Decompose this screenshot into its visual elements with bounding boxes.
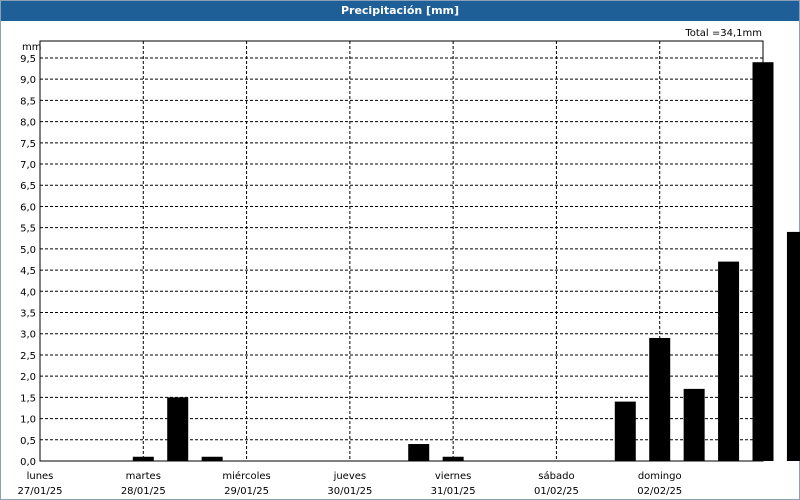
- y-tick-label: 6,0: [20, 202, 36, 213]
- precipitation-bar: [649, 337, 671, 461]
- y-tick-label: 2,5: [20, 351, 36, 362]
- precipitation-bar: [786, 231, 800, 461]
- x-day-date: 28/01/25: [121, 486, 166, 497]
- y-tick-label: 1,5: [20, 393, 36, 404]
- precipitation-bar: [718, 261, 740, 461]
- y-tick-label: 7,5: [20, 139, 36, 150]
- x-day-date: 31/01/25: [431, 486, 476, 497]
- total-label: Total =34,1mm: [684, 28, 762, 39]
- y-axis: 0,0 0,5 1,0 1,5 2,0 2,5 3,0 3,5 4,0 4,5 5,0 5,5 6,0 6…: [20, 54, 36, 468]
- y-tick-label: 7,0: [20, 160, 36, 171]
- x-day-date: 30/01/25: [327, 486, 372, 497]
- y-tick-label: 0,5: [20, 436, 36, 447]
- x-day-date: 02/02/25: [637, 486, 682, 497]
- y-tick-label: 9,5: [20, 54, 36, 65]
- y-axis-unit: mm: [22, 42, 41, 53]
- x-day-name: lunes: [27, 471, 54, 482]
- x-day-name: sábado: [538, 470, 574, 482]
- y-tick-label: 9,0: [20, 75, 36, 86]
- y-tick-label: 5,5: [20, 224, 36, 235]
- precipitation-bar: [442, 456, 464, 461]
- x-day-date: 01/02/25: [534, 486, 579, 497]
- precipitation-bar: [132, 456, 154, 461]
- y-tick-label: 6,5: [20, 181, 36, 192]
- x-day-name: viernes: [435, 471, 471, 482]
- precipitation-bar: [683, 388, 705, 461]
- x-day-date: 27/01/25: [18, 486, 63, 497]
- y-tick-label: 4,5: [20, 266, 36, 277]
- x-day-date: 29/01/25: [224, 486, 269, 497]
- precipitation-chart: mm Total =34,1mm 0,0 0,5 1,0 1,5 2,0 2,5 3,0 3,…: [18, 28, 800, 497]
- precipitation-bar: [167, 397, 189, 461]
- x-day-name: martes: [126, 471, 161, 482]
- y-tick-label: 8,5: [20, 96, 36, 107]
- y-tick-label: 5,0: [20, 245, 36, 256]
- y-tick-label: 0,0: [20, 457, 36, 468]
- precipitation-bar: [408, 444, 430, 461]
- y-tick-label: 4,0: [20, 287, 36, 298]
- precipitation-bar: [614, 401, 636, 461]
- y-tick-label: 8,0: [20, 118, 36, 129]
- y-tick-label: 2,0: [20, 372, 36, 383]
- x-day-name: jueves: [333, 471, 367, 482]
- x-day-name: miércoles: [222, 470, 270, 482]
- precipitation-bar: [201, 456, 223, 461]
- y-tick-label: 3,0: [20, 330, 36, 341]
- x-axis: lunes 27/01/25 martes 28/01/25 miércoles 29/0…: [18, 470, 683, 497]
- y-tick-label: 1,0: [20, 415, 36, 426]
- x-day-name: domingo: [638, 471, 682, 482]
- y-tick-label: 3,5: [20, 309, 36, 320]
